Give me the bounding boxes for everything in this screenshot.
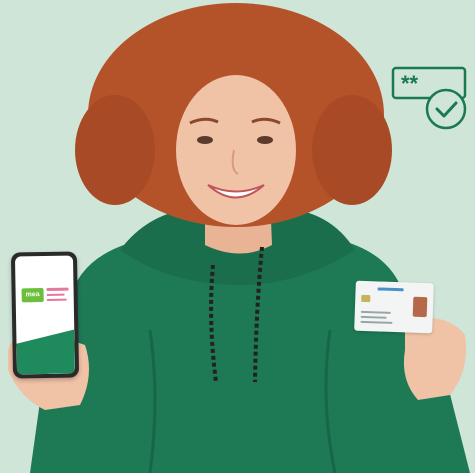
card-text-line <box>360 315 387 319</box>
hair-curls-left <box>75 95 155 205</box>
hair-curls-right <box>312 95 392 205</box>
phone-tagline-line <box>46 287 69 291</box>
card-text-line <box>360 310 391 314</box>
phone-green-band <box>16 329 75 374</box>
card-chip <box>361 294 371 303</box>
id-card-icon <box>354 280 434 334</box>
smartphone-icon: mea <box>10 251 80 379</box>
phone-screen: mea <box>14 255 76 375</box>
eye-left <box>197 136 213 144</box>
face <box>176 75 296 225</box>
card-photo <box>412 296 428 318</box>
photo-scene: ** mea <box>0 0 475 473</box>
pin-mask-text: ** <box>401 71 419 96</box>
card-header-line <box>377 287 404 292</box>
mea-logo: mea <box>21 288 44 303</box>
pin-check-icon: ** <box>391 66 469 132</box>
eye-right <box>257 136 273 144</box>
phone-tagline-line <box>46 298 67 301</box>
phone-tagline-line <box>46 293 65 296</box>
card-text-line <box>360 320 393 324</box>
